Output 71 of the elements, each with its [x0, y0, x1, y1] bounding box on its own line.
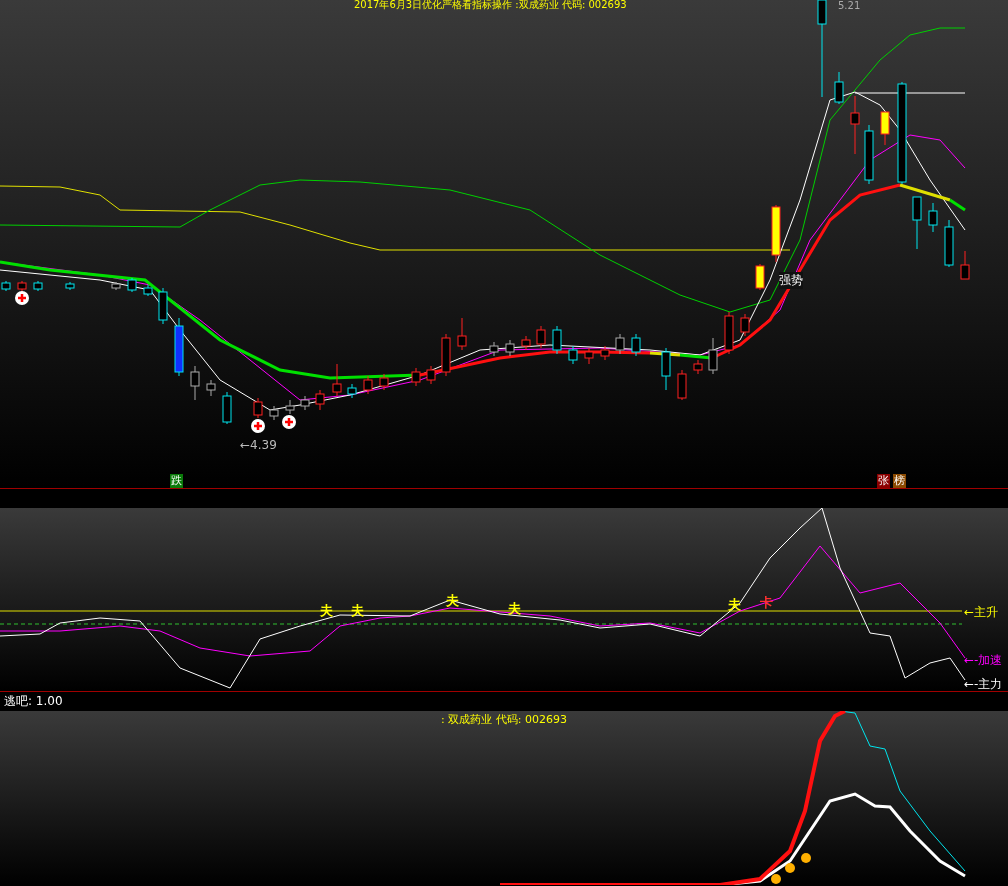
candlestick — [332, 363, 342, 397]
candlestick — [426, 365, 436, 385]
candlestick — [206, 379, 216, 397]
signal-mark: 夫 — [508, 602, 521, 616]
candlestick — [111, 281, 121, 291]
signal-tag: 张 — [877, 474, 890, 488]
candlestick — [850, 95, 860, 155]
candlestick — [143, 284, 153, 297]
candlestick — [441, 333, 451, 377]
candlestick — [960, 250, 970, 280]
candlestick — [631, 333, 641, 357]
candlestick — [708, 337, 718, 375]
candlestick — [864, 124, 874, 185]
candlestick — [880, 111, 890, 146]
candlestick — [285, 399, 295, 415]
signal-mark: 夫 — [320, 604, 333, 618]
candlestick — [724, 311, 734, 355]
trend-label: 强势 — [779, 272, 803, 289]
line-legend-label: ←-主力 — [964, 676, 1003, 693]
candlestick — [127, 277, 137, 293]
candlestick — [17, 280, 27, 292]
candlestick — [379, 373, 389, 391]
candlestick — [521, 335, 531, 351]
signal-dot — [785, 863, 795, 873]
signal-tag: 跌 — [170, 474, 183, 488]
candlestick — [222, 391, 232, 425]
candlestick — [300, 395, 310, 411]
candlestick — [174, 317, 184, 377]
candlestick — [158, 287, 168, 325]
candlestick — [568, 345, 578, 365]
candlestick — [457, 317, 467, 351]
signal-tag: 榜 — [893, 474, 906, 488]
candlestick — [1, 280, 11, 292]
candlestick — [505, 339, 515, 357]
plus-circle-icon — [282, 415, 296, 429]
candlestick — [65, 281, 75, 291]
candlestick — [944, 219, 954, 268]
candlestick — [253, 397, 263, 419]
candlestick — [489, 341, 499, 357]
line-legend-label: ←主升 — [964, 604, 999, 621]
candlestick — [928, 202, 938, 233]
candlestick — [755, 263, 765, 291]
candlestick — [190, 365, 200, 401]
candlestick — [740, 313, 750, 337]
candlestick — [771, 204, 781, 263]
candlestick — [834, 71, 844, 105]
signal-dot — [801, 853, 811, 863]
candlestick — [912, 196, 922, 250]
candlestick — [347, 383, 357, 399]
candlestick — [315, 389, 325, 411]
candlestick — [584, 347, 594, 365]
candlestick — [536, 325, 546, 349]
line-legend-label: ←-加速 — [964, 652, 1003, 669]
plus-circle-icon — [251, 419, 265, 433]
high-price-label: 5.21 — [838, 0, 861, 11]
candlestick — [677, 369, 687, 401]
candlestick — [600, 345, 610, 361]
signal-mark: 夫 — [351, 604, 364, 618]
candlestick — [661, 347, 671, 391]
candlestick — [33, 280, 43, 292]
candlestick — [615, 333, 625, 355]
chart-title: 2017年6月3日优化严格看指标操作 :双成药业 代码: 002693 — [354, 0, 627, 10]
low-price-label: ←4.39 — [240, 438, 277, 452]
candlestick — [363, 375, 373, 395]
signal-dot — [771, 874, 781, 884]
candlestick — [693, 359, 703, 375]
candlestick — [269, 405, 279, 421]
chart-title: : 双成药业 代码: 002693 — [440, 712, 568, 727]
plus-circle-icon — [15, 291, 29, 305]
candlestick — [411, 367, 421, 387]
candlestick — [552, 325, 562, 355]
